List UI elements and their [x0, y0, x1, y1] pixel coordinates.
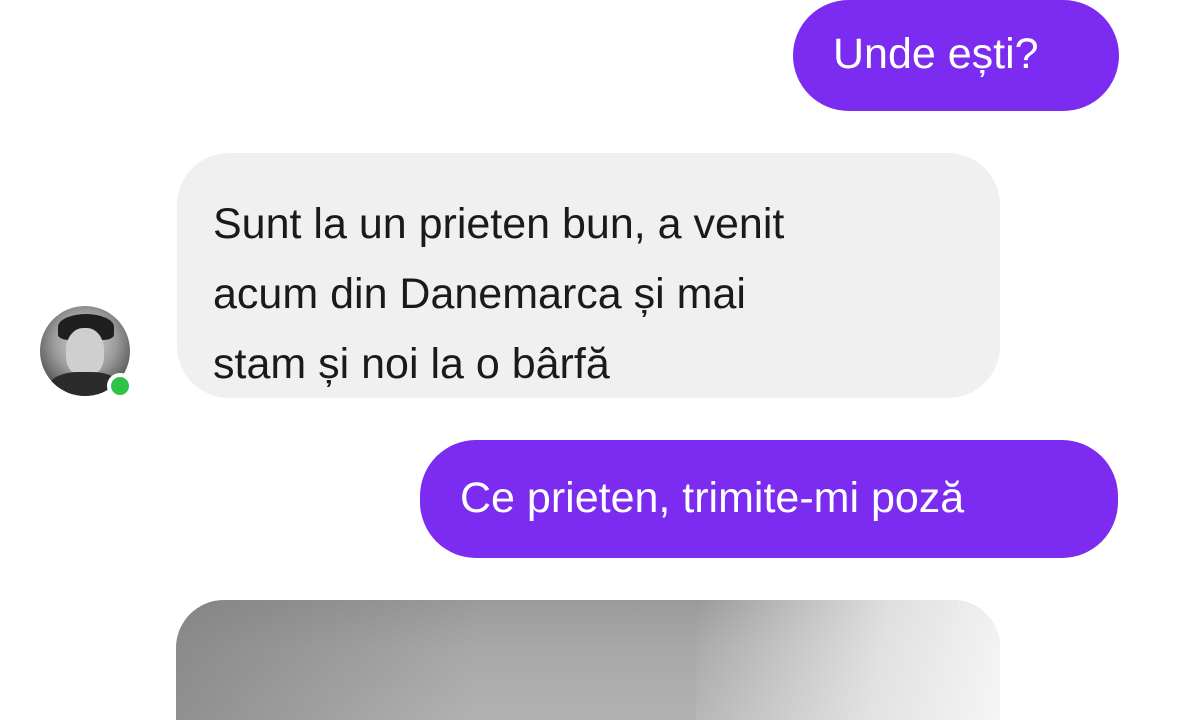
message-text-line: Sunt la un prieten bun, a venit — [213, 200, 785, 248]
photo-message[interactable] — [176, 600, 1000, 720]
photo-highlight — [696, 600, 1000, 720]
message-text-line: acum din Danemarca și mai — [213, 270, 746, 318]
message-bubble-sent[interactable]: Ce prieten, trimite-mi poză — [420, 440, 1118, 558]
message-text: Ce prieten, trimite-mi poză — [460, 474, 965, 522]
online-status-icon — [107, 373, 133, 399]
message-bubble-sent[interactable]: Unde ești? — [793, 0, 1119, 111]
avatar-face-shape — [66, 328, 104, 376]
message-bubble-received[interactable]: Sunt la un prieten bun, a venit acum din… — [177, 153, 1000, 398]
chat-thread: Unde ești? Sunt la un prieten bun, a ven… — [0, 0, 1200, 720]
photo-shade — [176, 600, 476, 720]
message-text-line: stam și noi la o bârfă — [213, 340, 610, 388]
message-text: Unde ești? — [833, 30, 1039, 78]
